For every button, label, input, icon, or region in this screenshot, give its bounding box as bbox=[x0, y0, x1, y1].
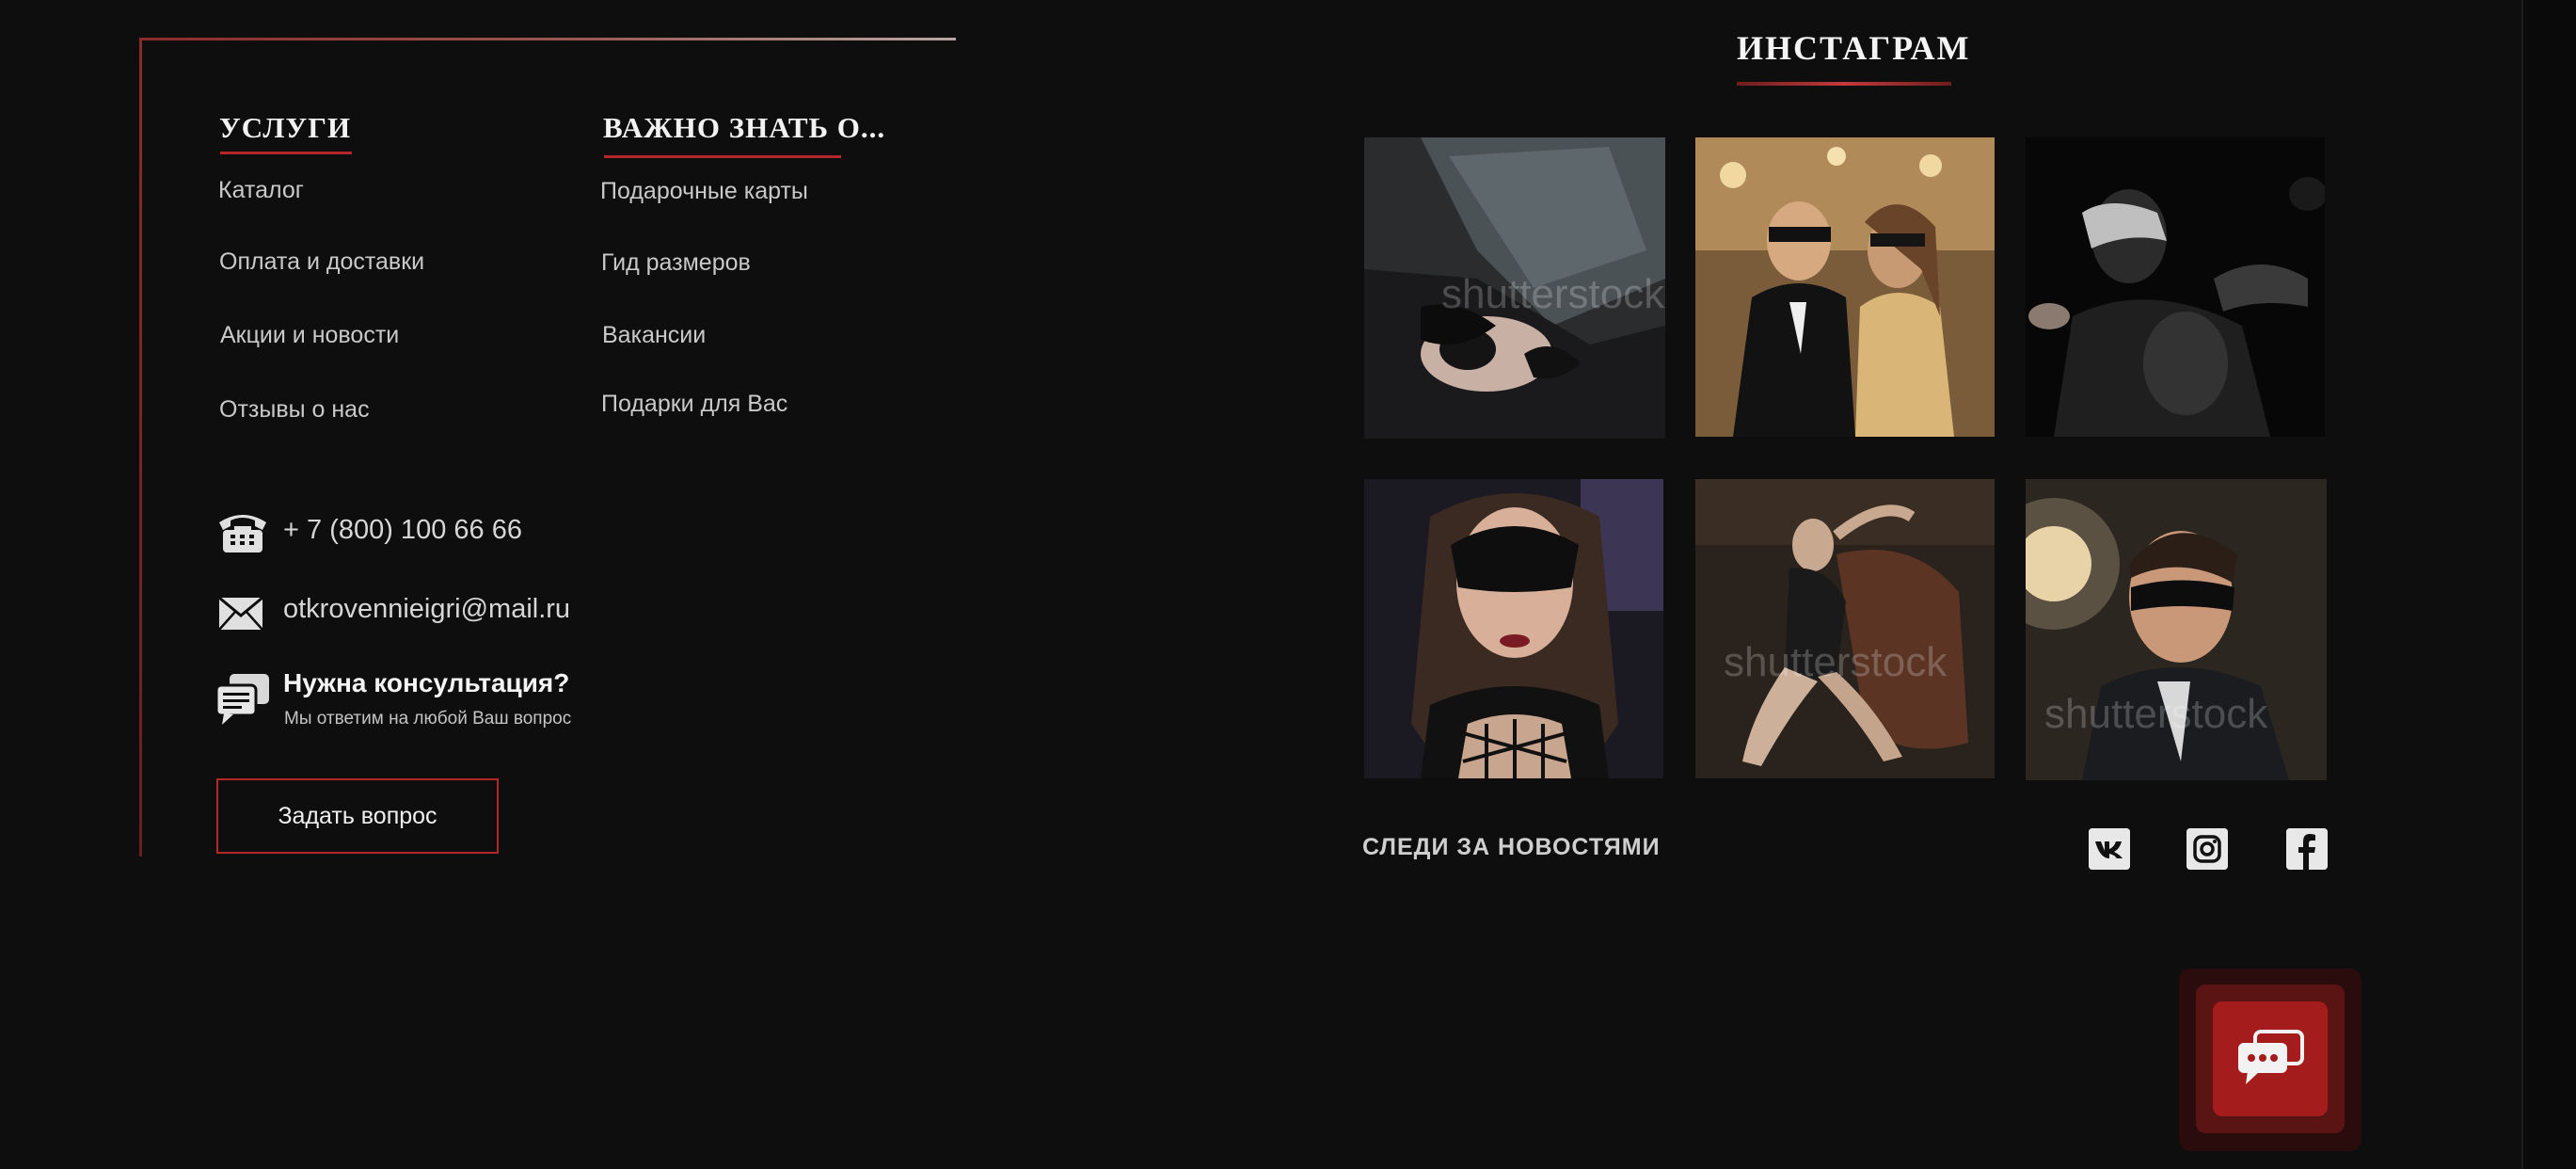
photo-watermark: shutterstock bbox=[1441, 271, 1665, 317]
facebook-icon[interactable] bbox=[2286, 828, 2328, 870]
instagram-photo-3[interactable] bbox=[2026, 137, 2325, 437]
link-catalog[interactable]: Каталог bbox=[218, 177, 304, 204]
link-reviews[interactable]: Отзывы о нас bbox=[219, 396, 370, 424]
phone-number[interactable]: + 7 (800) 100 66 66 bbox=[283, 515, 522, 546]
important-heading-underline bbox=[604, 155, 841, 158]
link-size-guide[interactable]: Гид размеров bbox=[601, 249, 751, 277]
follow-news-label: СЛЕДИ ЗА НОВОСТЯМИ bbox=[1362, 834, 1661, 860]
instagram-photo-1[interactable]: shutterstock bbox=[1364, 137, 1665, 439]
link-gifts-for-you[interactable]: Подарки для Вас bbox=[601, 391, 787, 418]
consultation-title: Нужна консультация? bbox=[283, 668, 570, 697]
photo-watermark: shutterstock bbox=[1724, 639, 1948, 685]
footer-frame-left-border bbox=[139, 38, 142, 857]
consultation-chat-icon bbox=[215, 672, 271, 727]
instagram-heading: ИНСТАГРАМ bbox=[1737, 29, 1971, 67]
consultation-subtitle: Мы ответим на любой Ваш вопрос bbox=[284, 709, 572, 729]
instagram-photo-2[interactable] bbox=[1695, 137, 1995, 437]
important-heading: ВАЖНО ЗНАТЬ О... bbox=[603, 111, 886, 144]
right-edge-panel bbox=[2521, 0, 2576, 1169]
phone-icon bbox=[215, 509, 270, 554]
services-heading-underline bbox=[220, 152, 352, 154]
link-promotions-news[interactable]: Акции и новости bbox=[220, 322, 399, 349]
instagram-heading-underline bbox=[1737, 82, 1951, 86]
footer-frame-top-border bbox=[141, 38, 956, 40]
link-payment-delivery[interactable]: Оплата и доставки bbox=[219, 248, 424, 276]
chat-widget-button[interactable] bbox=[2213, 1001, 2328, 1116]
ask-question-button[interactable]: Задать вопрос bbox=[216, 778, 499, 854]
chat-bubbles-icon bbox=[2234, 1028, 2306, 1091]
link-vacancies[interactable]: Вакансии bbox=[602, 322, 706, 349]
instagram-photo-6[interactable]: shutterstock bbox=[2026, 479, 2327, 780]
email-address[interactable]: otkrovennieigri@mail.ru bbox=[283, 594, 570, 625]
instagram-photo-4[interactable] bbox=[1364, 479, 1663, 778]
envelope-icon bbox=[218, 596, 263, 631]
photo-watermark: shutterstock bbox=[2044, 691, 2268, 737]
services-heading: УСЛУГИ bbox=[219, 111, 352, 144]
link-gift-cards[interactable]: Подарочные карты bbox=[600, 178, 808, 205]
instagram-photo-5[interactable]: shutterstock bbox=[1695, 479, 1995, 778]
vk-icon[interactable] bbox=[2089, 828, 2130, 870]
instagram-icon[interactable] bbox=[2186, 828, 2228, 870]
